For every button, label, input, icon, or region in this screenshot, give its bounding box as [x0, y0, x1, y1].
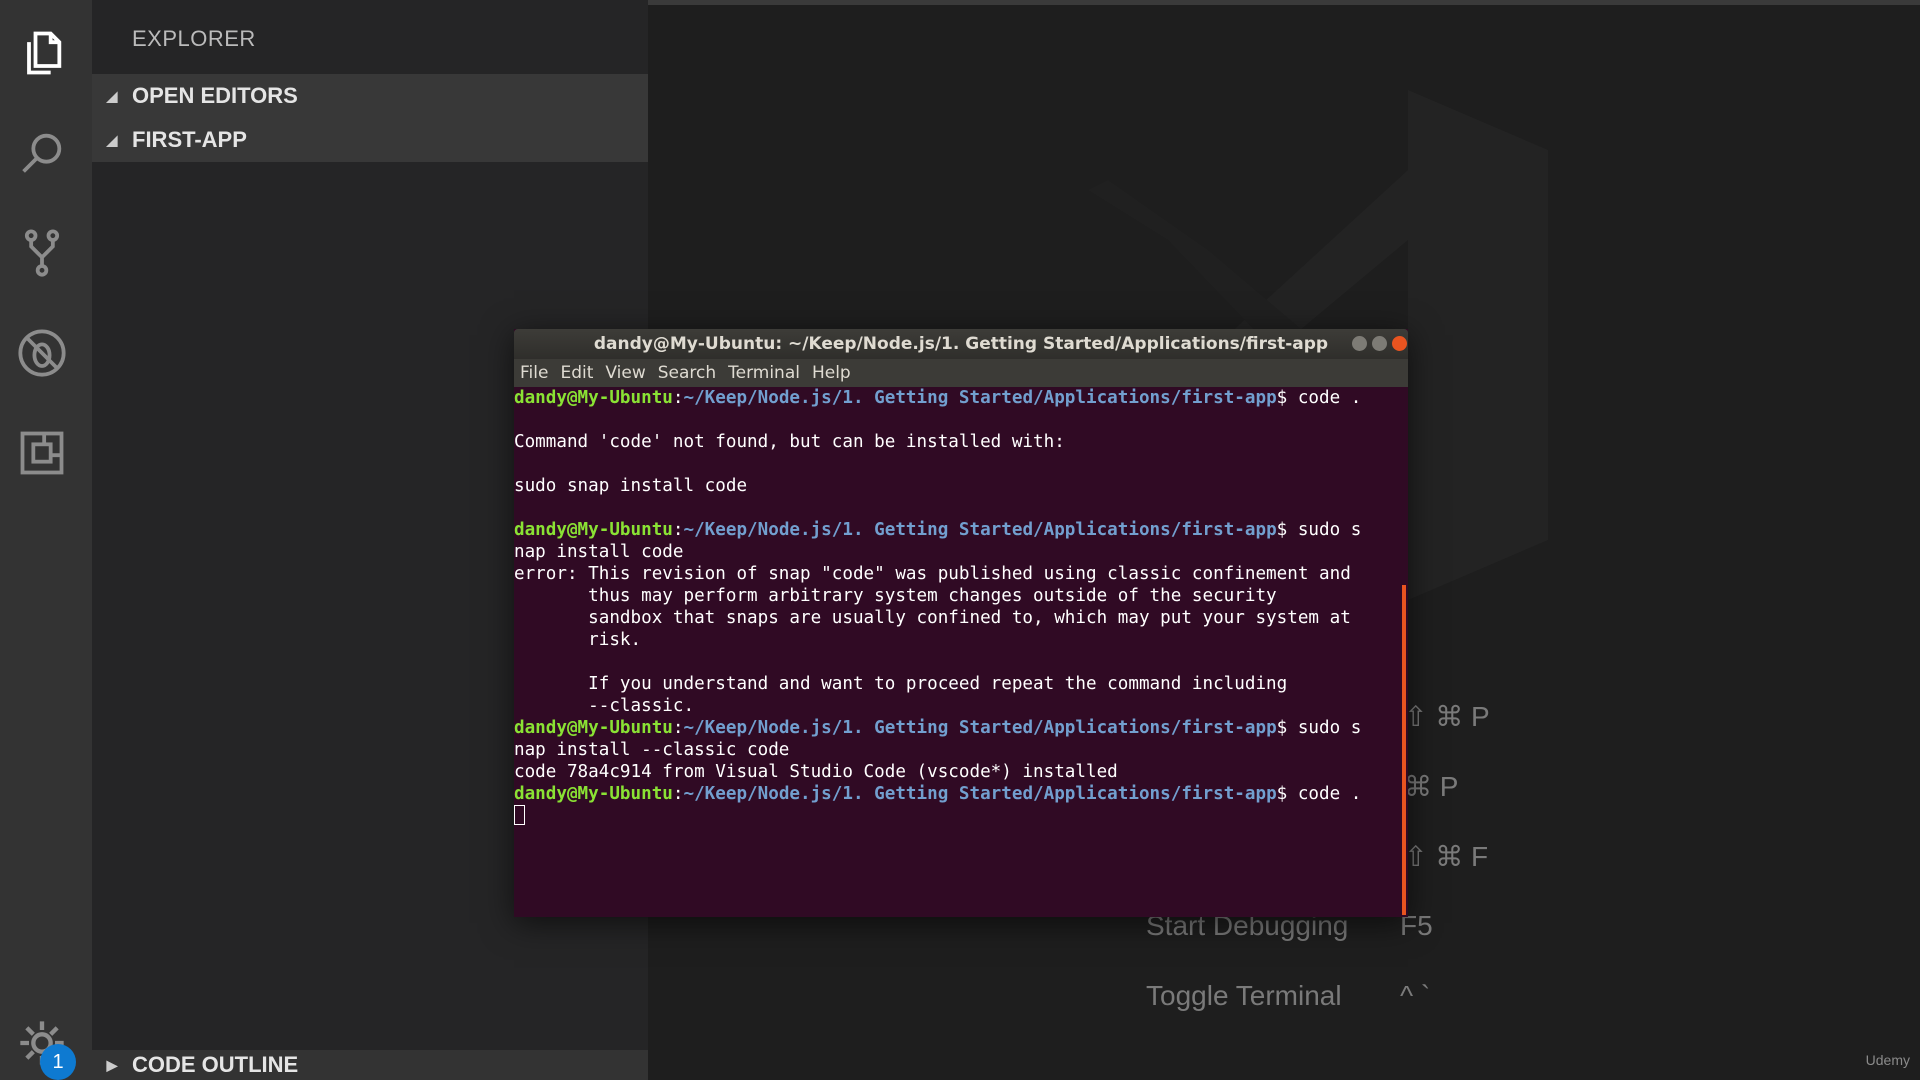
- terminal-line: risk.: [514, 630, 642, 650]
- terminal-titlebar[interactable]: dandy@My-Ubuntu: ~/Keep/Node.js/1. Getti…: [514, 329, 1408, 359]
- terminal-line: dandy@My-Ubuntu:~/Keep/Node.js/1. Gettin…: [514, 717, 1394, 739]
- menu-file[interactable]: File: [520, 363, 548, 383]
- prompt-colon: :: [672, 718, 684, 738]
- extensions-icon[interactable]: [14, 425, 70, 481]
- shortcut-keys: ⇧ ⌘ P: [1404, 701, 1490, 732]
- source-control-icon[interactable]: [14, 225, 70, 281]
- command-text: $ code .: [1276, 784, 1362, 804]
- expanded-arrow-icon: ◢: [106, 87, 118, 104]
- explorer-title: EXPLORER: [132, 26, 256, 51]
- section-label: OPEN EDITORS: [132, 83, 298, 108]
- terminal-line: dandy@My-Ubuntu:~/Keep/Node.js/1. Gettin…: [514, 783, 1394, 805]
- command-text: $ sudo s: [1276, 520, 1362, 540]
- prompt-path: ~/Keep/Node.js/1. Getting Started/Applic…: [683, 520, 1277, 540]
- terminal-line: Command 'code' not found, but can be ins…: [514, 432, 1065, 452]
- terminal-line: code 78a4c914 from Visual Studio Code (v…: [514, 762, 1118, 782]
- menu-view[interactable]: View: [605, 363, 645, 383]
- prompt-path: ~/Keep/Node.js/1. Getting Started/Applic…: [683, 388, 1277, 408]
- first-app-section[interactable]: ◢ FIRST-APP: [92, 118, 648, 162]
- terminal-line: [514, 805, 1394, 827]
- search-icon[interactable]: [14, 125, 70, 181]
- terminal-title: dandy@My-Ubuntu: ~/Keep/Node.js/1. Getti…: [593, 334, 1329, 354]
- command-text: $ sudo s: [1276, 718, 1362, 738]
- menu-search[interactable]: Search: [658, 363, 716, 383]
- terminal-line: error: This revision of snap "code" was …: [514, 564, 1351, 584]
- terminal-line: nap install code: [514, 542, 684, 562]
- code-outline-section[interactable]: ▶ CODE OUTLINE: [92, 1050, 648, 1080]
- shortcut-label: Toggle Terminal: [1146, 980, 1342, 1011]
- prompt-path: ~/Keep/Node.js/1. Getting Started/Applic…: [683, 718, 1277, 738]
- terminal-line: sudo snap install code: [514, 476, 748, 496]
- section-label: CODE OUTLINE: [132, 1052, 299, 1077]
- debug-icon[interactable]: [14, 325, 70, 381]
- menu-terminal[interactable]: Terminal: [728, 363, 800, 383]
- cursor-block: [514, 805, 525, 825]
- prompt-colon: :: [672, 520, 684, 540]
- prompt-user: dandy@My-Ubuntu: [514, 388, 673, 408]
- terminal-menubar: File Edit View Search Terminal Help: [514, 359, 1408, 387]
- files-icon[interactable]: [14, 25, 70, 81]
- terminal-line: thus may perform arbitrary system change…: [514, 586, 1277, 606]
- menu-help[interactable]: Help: [812, 363, 851, 383]
- prompt-user: dandy@My-Ubuntu: [514, 718, 673, 738]
- section-label: FIRST-APP: [132, 127, 247, 152]
- terminal-line: dandy@My-Ubuntu:~/Keep/Node.js/1. Gettin…: [514, 519, 1394, 541]
- udemy-watermark: Udemy: [1865, 1052, 1910, 1068]
- prompt-colon: :: [672, 388, 684, 408]
- prompt-user: dandy@My-Ubuntu: [514, 520, 673, 540]
- terminal-line: sandbox that snaps are usually confined …: [514, 608, 1351, 628]
- terminal-line: nap install --classic code: [514, 740, 790, 760]
- prompt-path: ~/Keep/Node.js/1. Getting Started/Applic…: [683, 784, 1277, 804]
- terminal-window[interactable]: dandy@My-Ubuntu: ~/Keep/Node.js/1. Getti…: [514, 329, 1408, 917]
- terminal-line: --classic.: [514, 696, 695, 716]
- close-icon[interactable]: [1392, 336, 1407, 351]
- update-badge: 1: [40, 1044, 76, 1080]
- prompt-colon: :: [672, 784, 684, 804]
- terminal-output[interactable]: dandy@My-Ubuntu:~/Keep/Node.js/1. Gettin…: [514, 387, 1394, 917]
- shortcut-keys: ^ `: [1400, 980, 1431, 1011]
- open-editors-section[interactable]: ◢ OPEN EDITORS: [92, 74, 648, 118]
- activity-bar: 1: [0, 0, 92, 1080]
- terminal-scrollbar[interactable]: [1402, 585, 1406, 915]
- maximize-icon[interactable]: [1372, 336, 1387, 351]
- terminal-line: If you understand and want to proceed re…: [514, 674, 1288, 694]
- command-text: $ code .: [1276, 388, 1362, 408]
- menu-edit[interactable]: Edit: [560, 363, 593, 383]
- prompt-user: dandy@My-Ubuntu: [514, 784, 673, 804]
- shortcut-keys: ⌘ P: [1404, 771, 1459, 802]
- shortcut-keys: ⇧ ⌘ F: [1404, 841, 1489, 872]
- terminal-line: dandy@My-Ubuntu:~/Keep/Node.js/1. Gettin…: [514, 387, 1394, 409]
- minimize-icon[interactable]: [1352, 336, 1367, 351]
- expanded-arrow-icon: ◢: [106, 131, 118, 148]
- collapsed-arrow-icon: ▶: [106, 1056, 118, 1073]
